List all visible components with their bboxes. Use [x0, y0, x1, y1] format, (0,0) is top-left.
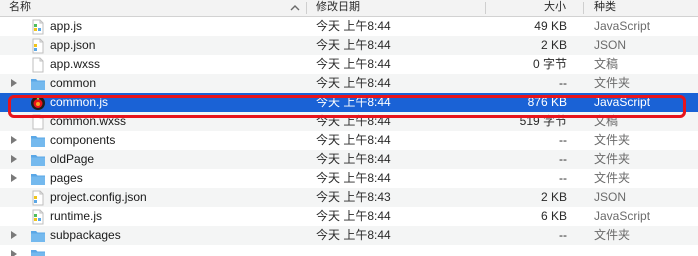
file-kind: JSON: [594, 190, 627, 204]
file-row[interactable]: subpackages 今天 上午8:44 -- 文件夹: [0, 226, 698, 245]
file-row[interactable]: oldPage 今天 上午8:44 -- 文件夹: [0, 150, 698, 169]
file-size: 876 KB: [527, 95, 567, 109]
file-size: [0, 245, 567, 256]
file-row[interactable]: common 今天 上午8:44 -- 文件夹: [0, 74, 698, 93]
file-row[interactable]: pages 今天 上午8:44 -- 文件夹: [0, 169, 698, 188]
file-size: --: [559, 228, 567, 242]
file-row[interactable]: runtime.js 今天 上午8:44 6 KB JavaScript: [0, 207, 698, 226]
file-row[interactable]: app.js 今天 上午8:44 49 KB JavaScript: [0, 17, 698, 36]
file-row[interactable]: common.wxss 今天 上午8:44 519 字节 文稿: [0, 112, 698, 131]
file-kind: 文件夹: [594, 76, 631, 90]
file-row[interactable]: project.config.json 今天 上午8:43 2 KB JSON: [0, 188, 698, 207]
file-size: 6 KB: [540, 209, 567, 223]
file-kind: JavaScript: [594, 209, 651, 223]
file-size: 49 KB: [534, 19, 567, 33]
column-divider[interactable]: [583, 2, 584, 14]
file-list: app.js 今天 上午8:44 49 KB JavaScript app.json 今天…: [0, 17, 698, 256]
file-row[interactable]: app.wxss 今天 上午8:44 0 字节 文稿: [0, 55, 698, 74]
file-kind: JSON: [594, 38, 627, 52]
file-kind: JavaScript: [594, 95, 651, 109]
file-kind: JavaScript: [594, 19, 651, 33]
file-row[interactable]: [0, 245, 698, 256]
file-row-selected[interactable]: common.js 今天 上午8:44 876 KB JavaScript: [0, 93, 698, 112]
file-kind: 文件夹: [594, 152, 631, 166]
file-size: --: [559, 133, 567, 147]
file-row[interactable]: components 今天 上午8:44 -- 文件夹: [0, 131, 698, 150]
file-size: 519 字节: [519, 114, 567, 128]
file-kind: 文稿: [594, 57, 619, 71]
file-size: 2 KB: [540, 38, 567, 52]
file-size: --: [559, 152, 567, 166]
file-kind: 文件夹: [594, 171, 631, 185]
file-kind: 文稿: [594, 114, 619, 128]
file-size: 0 字节: [532, 57, 567, 71]
column-header-size[interactable]: 大小: [0, 0, 566, 16]
file-size: --: [559, 76, 567, 90]
column-header: 名称 修改日期 大小 种类: [0, 0, 698, 17]
file-size: 2 KB: [540, 190, 567, 204]
column-header-kind[interactable]: 种类: [594, 0, 616, 16]
file-kind: 文件夹: [594, 228, 631, 242]
finder-window: 名称 修改日期 大小 种类 app.js 今天 上午8:44 49 KB JavaSc…: [0, 0, 698, 256]
file-size: --: [559, 171, 567, 185]
file-row[interactable]: app.json 今天 上午8:44 2 KB JSON: [0, 36, 698, 55]
file-kind: 文件夹: [594, 133, 631, 147]
